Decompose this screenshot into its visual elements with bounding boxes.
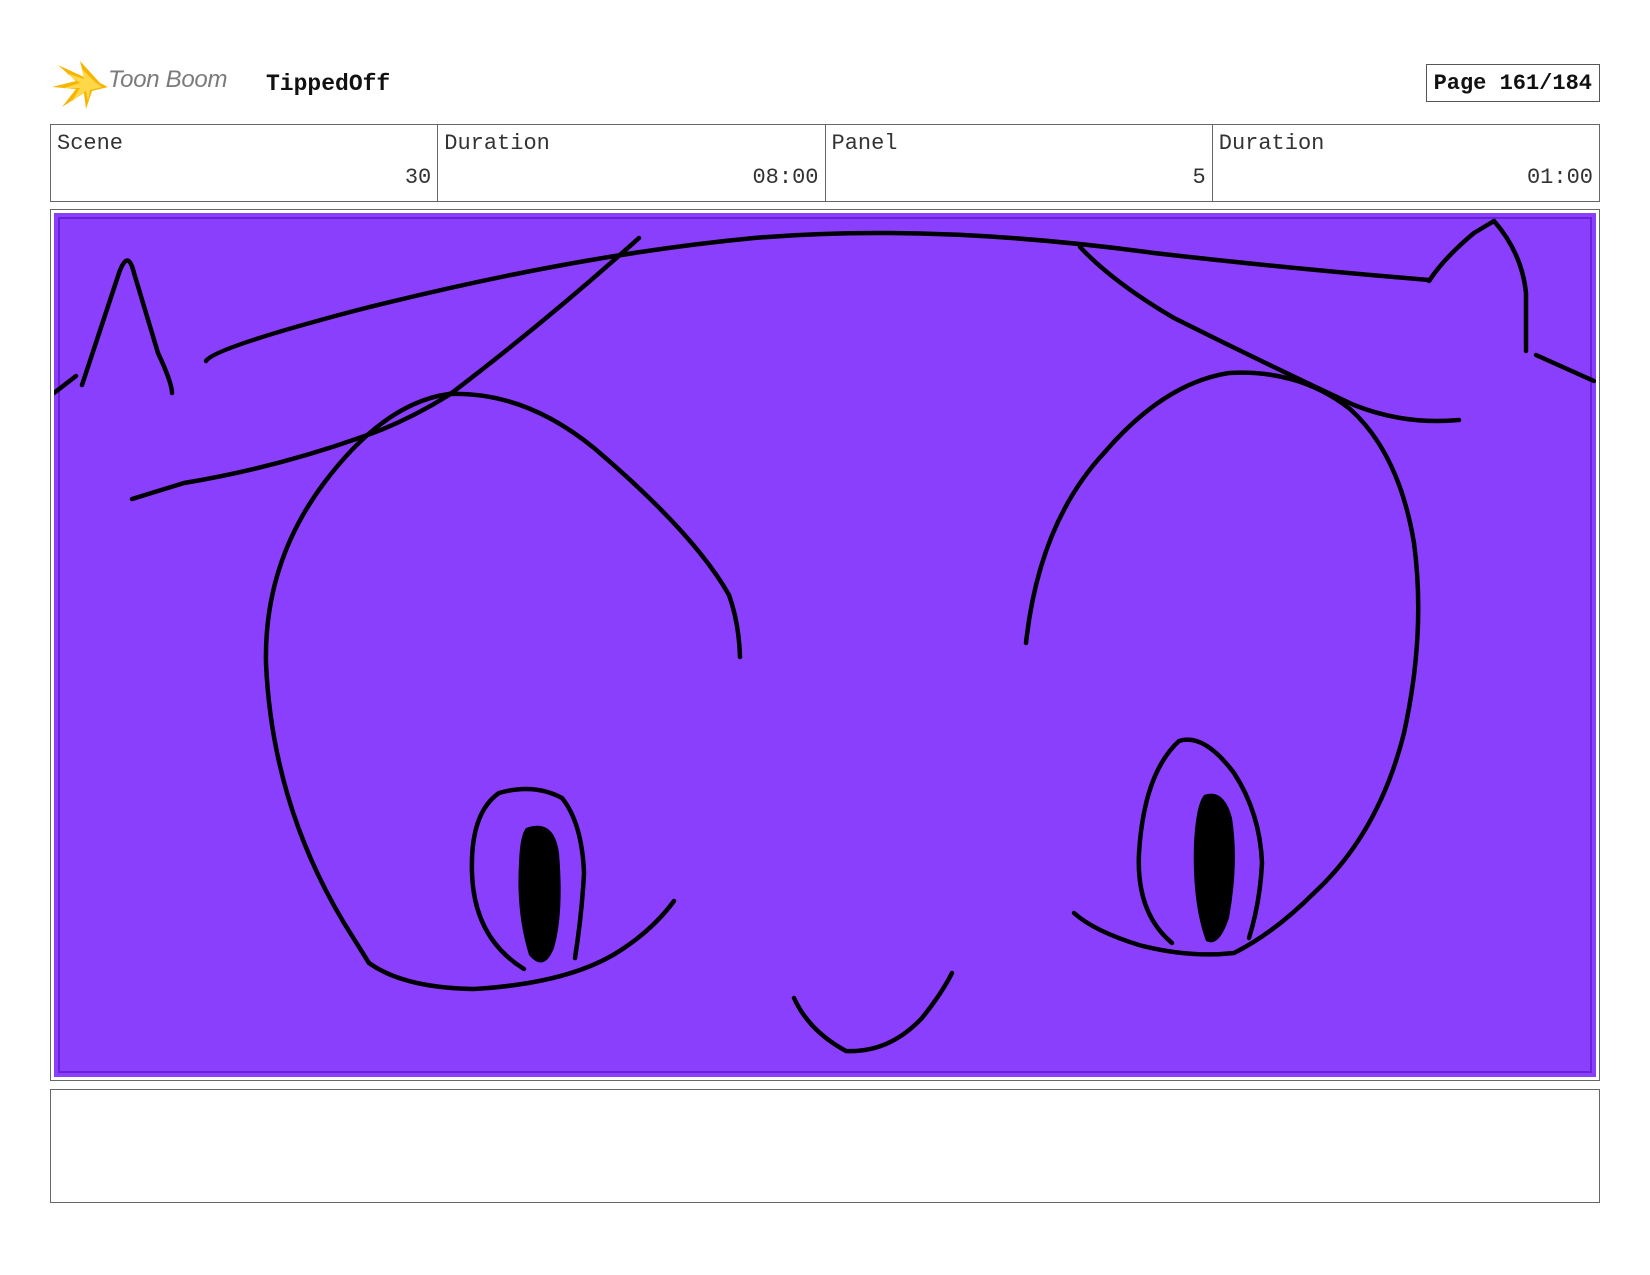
scene-duration-label: Duration — [444, 131, 550, 156]
panel-notes-box — [50, 1089, 1600, 1203]
page-number: Page 161/184 — [1425, 64, 1600, 102]
panel-duration-label: Duration — [1218, 131, 1325, 156]
right-pupil — [1193, 793, 1235, 943]
right-cheek-line — [1533, 352, 1596, 384]
starburst-icon — [52, 61, 108, 109]
toon-boom-logo: Toon Boom — [52, 55, 252, 111]
head-outline-top — [203, 230, 1432, 364]
left-ear-tip — [54, 373, 79, 396]
safe-area-frame — [58, 217, 1592, 1073]
panel-cell: Panel 5 — [826, 125, 1213, 201]
scene-cell: Scene 30 — [51, 125, 439, 201]
left-face-outline — [263, 391, 677, 992]
scene-info-table: Scene 30 Duration 08:00 Panel 5 Duration… — [50, 124, 1600, 202]
storyboard-panel — [50, 209, 1600, 1081]
header: Toon Boom TippedOff Page 161/184 — [50, 55, 1600, 115]
left-eye-socket — [446, 391, 743, 660]
head-guide-line — [129, 235, 642, 502]
scene-value: 30 — [404, 165, 432, 190]
left-pupil — [518, 825, 561, 963]
logo-text: Toon Boom — [108, 66, 228, 93]
panel-label: Panel — [831, 131, 898, 156]
left-ear — [79, 258, 175, 396]
panel-duration-value: 01:00 — [1526, 165, 1593, 190]
character-sketch — [54, 217, 1596, 1073]
scene-duration-value: 08:00 — [752, 165, 819, 190]
right-ear — [1426, 218, 1529, 354]
scene-label: Scene — [57, 131, 124, 156]
project-title: TippedOff — [266, 71, 391, 97]
panel-duration-cell: Duration 01:00 — [1213, 125, 1599, 201]
panel-value: 5 — [1192, 165, 1206, 190]
scene-duration-cell: Duration 08:00 — [438, 125, 826, 201]
chin-line — [791, 970, 955, 1054]
right-head-guide — [1077, 244, 1462, 424]
panel-drawing — [54, 213, 1596, 1077]
